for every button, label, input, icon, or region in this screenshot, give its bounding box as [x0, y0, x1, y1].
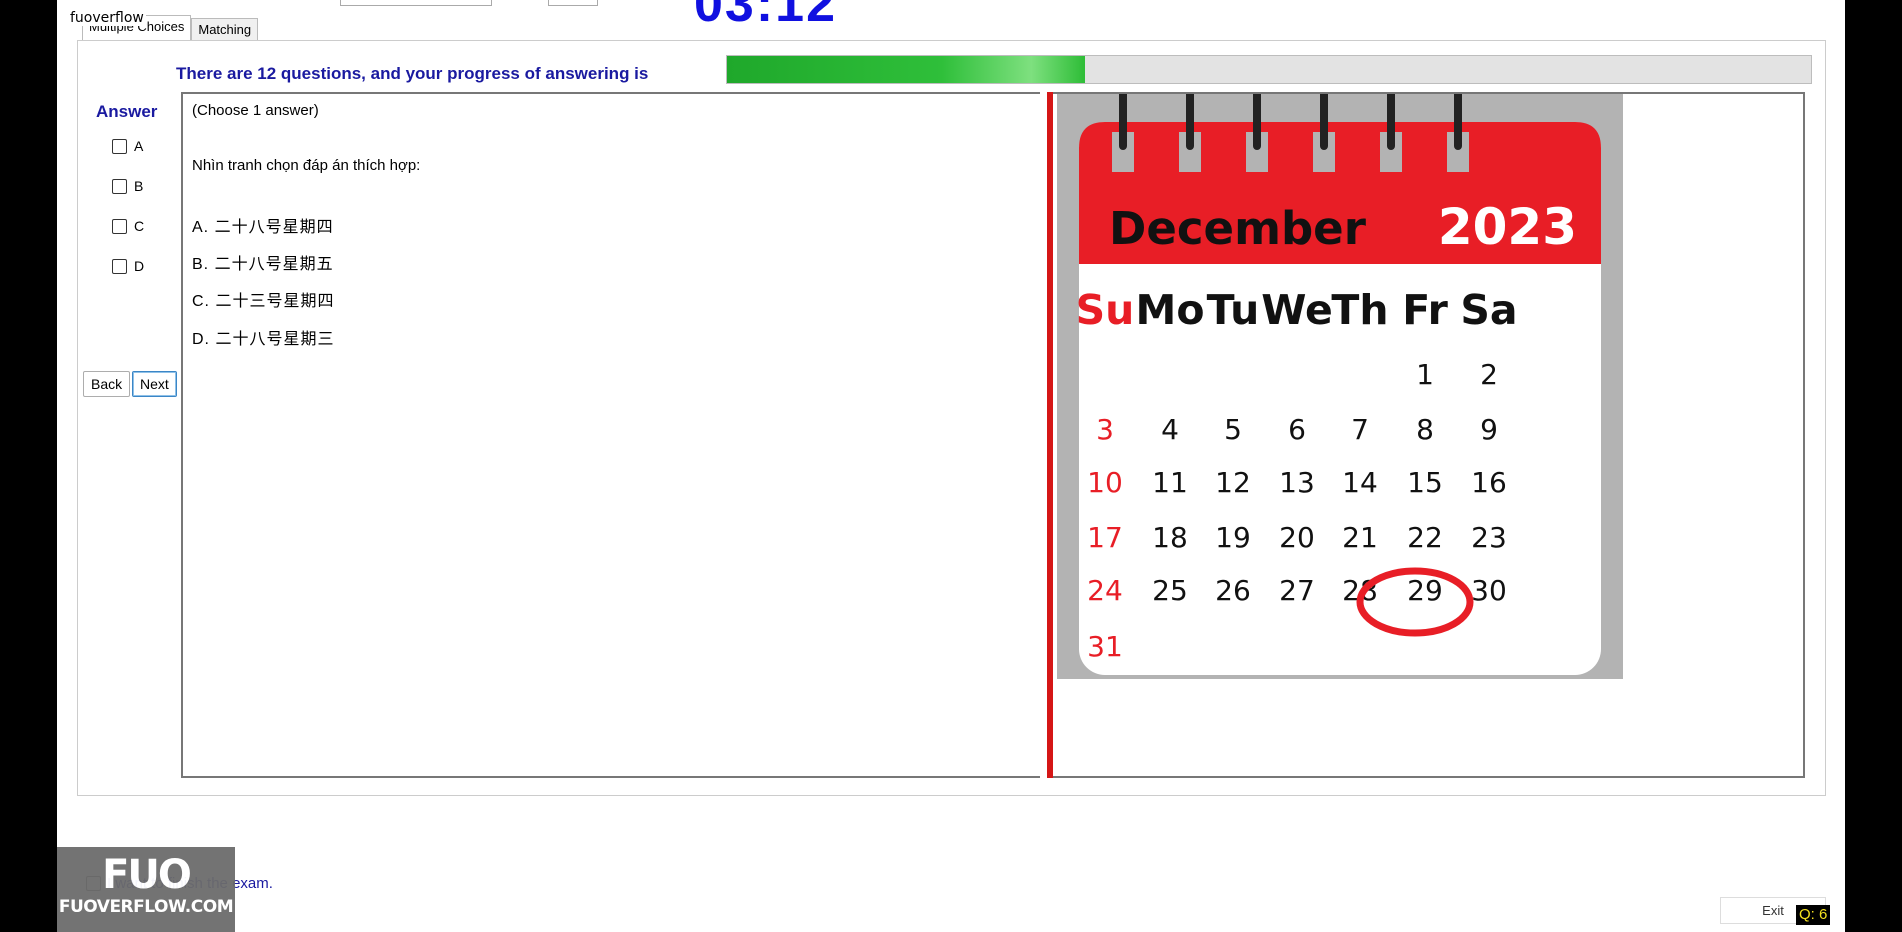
calendar-date: 9 — [1480, 413, 1498, 446]
weekday-label: Mo — [1136, 286, 1205, 334]
calendar-date: 4 — [1161, 413, 1179, 446]
spiral-ring — [1454, 94, 1462, 150]
progress-fill — [727, 56, 1085, 83]
timer: 03:12 — [694, 0, 837, 33]
progress-bar — [726, 55, 1812, 84]
calendar-date: 2 — [1480, 358, 1498, 391]
answer-option-d[interactable]: D — [112, 258, 144, 274]
logo-site: FUOVERFLOW.COM — [58, 897, 234, 917]
question-prompt: Nhìn tranh chọn đáp án thích hợp: — [192, 157, 421, 174]
answer-option-b[interactable]: B — [112, 178, 143, 194]
back-button[interactable]: Back — [83, 371, 131, 397]
spiral-ring — [1186, 94, 1194, 150]
fuoverflow-logo: FUO FUOVERFLOW.COM — [57, 847, 235, 932]
calendar-date: 15 — [1407, 466, 1443, 499]
weekday-label: Su — [1076, 286, 1135, 334]
question-panel: (Choose 1 answer) Nhìn tranh chọn đáp án… — [181, 92, 1040, 778]
calendar-date: 31 — [1087, 630, 1123, 663]
next-button[interactable]: Next — [132, 371, 177, 397]
top-input-1[interactable] — [340, 0, 492, 6]
calendar-date: 16 — [1471, 466, 1507, 499]
answer-option-c-label: C — [134, 218, 145, 234]
question-option-a: A. 二十八号星期四 — [192, 219, 334, 236]
weekday-label: Th — [1331, 286, 1388, 334]
answer-option-d-label: D — [134, 258, 145, 274]
calendar-date: 25 — [1152, 574, 1188, 607]
checkbox-c[interactable] — [112, 218, 127, 234]
calendar-date: 1 — [1416, 358, 1434, 391]
calendar-date: 5 — [1224, 413, 1242, 446]
question-option-d: D. 二十八号星期三 — [192, 331, 335, 348]
calendar-date: 30 — [1471, 574, 1507, 607]
top-input-2[interactable] — [548, 0, 598, 6]
calendar-date: 29 — [1407, 574, 1443, 607]
calendar-date: 11 — [1152, 466, 1188, 499]
calendar-year: 2023 — [1438, 198, 1577, 256]
question-option-c: C. 二十三号星期四 — [192, 293, 335, 310]
calendar-date: 21 — [1342, 521, 1378, 554]
calendar-month: December — [1109, 202, 1367, 255]
weekday-label: We — [1261, 286, 1333, 334]
checkbox-a[interactable] — [112, 138, 127, 154]
calendar-date: 3 — [1096, 413, 1114, 446]
weekday-label: Sa — [1460, 286, 1517, 334]
spiral-ring — [1320, 94, 1328, 150]
weekday-label: Fr — [1402, 286, 1448, 334]
calendar-date: 23 — [1471, 521, 1507, 554]
calendar-date: 6 — [1288, 413, 1306, 446]
answer-option-c[interactable]: C — [112, 218, 144, 234]
answer-option-a-label: A — [134, 138, 144, 154]
calendar-date: 7 — [1351, 413, 1369, 446]
spiral-ring — [1119, 94, 1127, 150]
calendar-date: 22 — [1407, 521, 1443, 554]
calendar-date: 17 — [1087, 521, 1123, 554]
weekday-label: Tu — [1207, 286, 1260, 334]
logo-mark: FUO — [102, 852, 192, 898]
calendar-date: 14 — [1342, 466, 1378, 499]
calendar-date: 20 — [1279, 521, 1315, 554]
calendar-date: 13 — [1279, 466, 1315, 499]
progress-label: There are 12 questions, and your progres… — [176, 64, 649, 83]
checkbox-d[interactable] — [112, 258, 127, 274]
calendar-date: 19 — [1215, 521, 1251, 554]
question-option-b: B. 二十八号星期五 — [192, 256, 334, 273]
calendar-date: 12 — [1215, 466, 1251, 499]
calendar-date: 24 — [1087, 574, 1123, 607]
answer-option-b-label: B — [134, 178, 144, 194]
calendar-date: 27 — [1279, 574, 1315, 607]
answer-title: Answer — [96, 102, 158, 121]
calendar-date: 10 — [1087, 466, 1123, 499]
exam-window: fuoverflow 03:12 Multiple Choices Matchi… — [57, 0, 1845, 932]
calendar-date: 8 — [1416, 413, 1434, 446]
checkbox-b[interactable] — [112, 178, 127, 194]
calendar-image: December 2023 Su Mo Tu WeTh Fr Sa 1 23 4 5 6 7 8 910… — [1057, 94, 1623, 679]
calendar-date: 18 — [1152, 521, 1188, 554]
app-title: fuoverflow — [68, 10, 146, 26]
calendar-date: 26 — [1215, 574, 1251, 607]
tab-matching[interactable]: Matching — [191, 18, 259, 40]
question-choose-hint: (Choose 1 answer) — [192, 102, 319, 119]
answer-option-a[interactable]: A — [112, 138, 143, 154]
question-counter: Q: 6 — [1796, 905, 1831, 925]
spiral-ring — [1387, 94, 1395, 150]
spiral-ring — [1253, 94, 1261, 150]
